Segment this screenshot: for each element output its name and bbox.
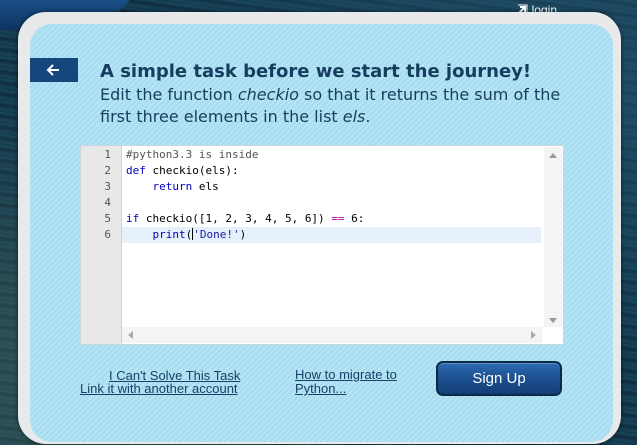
code-line[interactable]: if checkio([1, 2, 3, 4, 5, 6]) == 6: (122, 211, 541, 227)
task-description: Edit the function checkio so that it ret… (100, 84, 590, 128)
code-keyword: if (126, 212, 140, 225)
sign-up-button[interactable]: Sign Up (436, 361, 562, 396)
arrow-left-icon (46, 64, 59, 76)
scroll-left-icon[interactable] (128, 331, 133, 339)
code-keyword: def (126, 164, 146, 177)
code-line[interactable]: return els (122, 179, 541, 195)
desc-text-1: Edit the function (100, 85, 238, 104)
code-text: 6: (344, 212, 365, 225)
code-paren: ( (185, 228, 193, 241)
desc-function-name: checkio (237, 85, 299, 104)
code-text: checkio([1, 2, 3, 4, 5, 6]) (139, 212, 332, 225)
code-line[interactable]: #python3.3 is inside (122, 147, 541, 163)
page-title: A simple task before we start the journe… (100, 61, 532, 82)
code-string: 'Done!' (193, 228, 240, 241)
desc-text-3: . (365, 107, 371, 126)
code-line-active[interactable]: print('Done!') (122, 227, 541, 243)
code-paren: ) (239, 228, 247, 241)
line-number: 5 (104, 212, 111, 225)
scroll-down-icon[interactable] (549, 318, 557, 323)
line-number: 2 (104, 164, 111, 177)
code-text: checkio(els): (145, 164, 239, 177)
code-keyword: return (152, 180, 193, 193)
line-number: 1 (104, 148, 111, 161)
code-keyword: print (152, 228, 186, 241)
code-area[interactable]: #python3.3 is inside def checkio(els): r… (122, 147, 541, 243)
line-gutter: 1 2 3 4 5 6 (81, 146, 122, 344)
back-button[interactable] (30, 58, 78, 82)
code-editor[interactable]: 1 2 3 4 5 6 #python3.3 is inside def che… (80, 145, 564, 345)
code-line[interactable]: def checkio(els): (122, 163, 541, 179)
code-operator: == (331, 212, 345, 225)
line-number: 4 (104, 196, 111, 209)
code-line[interactable] (122, 195, 541, 211)
migrate-python-link[interactable]: How to migrate to Python... (295, 368, 425, 396)
desc-list-name: els (342, 107, 366, 126)
vertical-scrollbar[interactable] (544, 147, 562, 327)
code-text: els (192, 180, 219, 193)
link-account-link[interactable]: Link it with another account (80, 382, 238, 396)
scroll-up-icon[interactable] (549, 153, 557, 158)
scroll-right-icon[interactable] (531, 331, 536, 339)
code-comment: #python3.3 is inside (126, 148, 259, 161)
line-number: 6 (104, 228, 111, 241)
line-number: 3 (104, 180, 111, 193)
horizontal-scrollbar[interactable] (122, 327, 542, 343)
